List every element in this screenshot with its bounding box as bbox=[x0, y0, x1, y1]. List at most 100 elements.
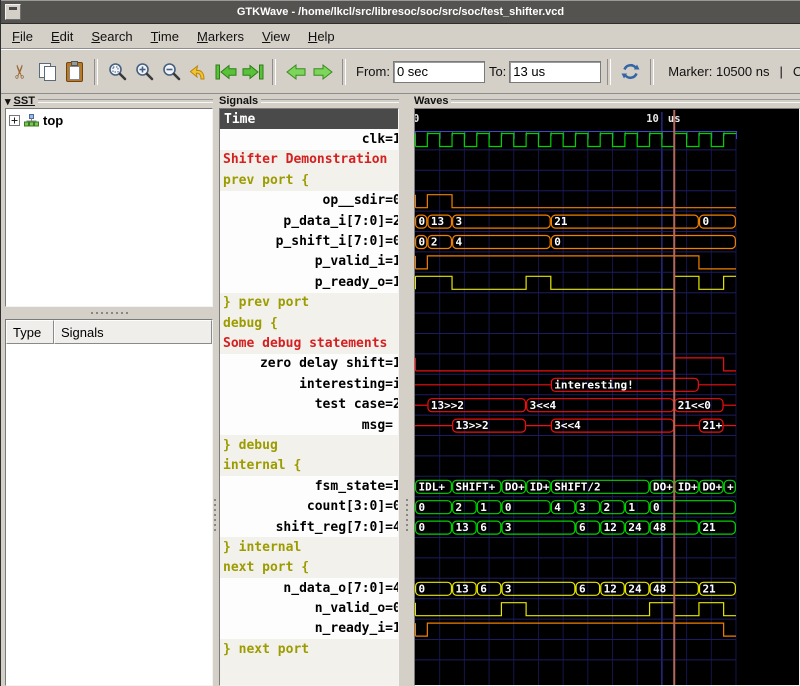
timeline-label-10: 10 bbox=[646, 113, 659, 125]
window-menu-button[interactable] bbox=[5, 4, 21, 20]
tree-node-top[interactable]: top bbox=[6, 109, 212, 132]
reload-icon[interactable] bbox=[617, 58, 644, 85]
menu-bar: FileEditSearchTimeMarkersViewHelp bbox=[1, 24, 800, 49]
from-label: From: bbox=[356, 64, 390, 79]
menu-edit[interactable]: Edit bbox=[42, 26, 82, 47]
group-row[interactable]: internal { bbox=[220, 456, 398, 476]
tree-expand-icon[interactable] bbox=[9, 115, 20, 126]
bus-value-label: 4 bbox=[456, 236, 463, 249]
module-hierarchy-icon bbox=[24, 114, 39, 127]
group-row[interactable]: } next port bbox=[220, 639, 398, 659]
bus-value-label: 1 bbox=[480, 501, 487, 514]
signal-name-fsm-state[interactable]: fsm_state=ID+ bbox=[220, 476, 398, 496]
zoom-in-icon[interactable] bbox=[131, 58, 158, 85]
menu-file[interactable]: File bbox=[3, 26, 42, 47]
comment-row[interactable]: Some debug statements bbox=[220, 333, 398, 353]
paste-icon[interactable] bbox=[61, 58, 88, 85]
sst-frame-header[interactable]: ▾ SST bbox=[5, 94, 213, 108]
waveform-canvas[interactable]: 010us01332100240interesting!13>>23<<421<… bbox=[415, 110, 800, 686]
signal-name-p-shift-i-7-0[interactable]: p_shift_i[7:0]=0 bbox=[220, 231, 398, 251]
bus-value-label: 3<<4 bbox=[554, 419, 581, 432]
signal-name-count-3-0[interactable]: count[3:0]=0 bbox=[220, 496, 398, 516]
primary-marker[interactable] bbox=[673, 110, 675, 686]
group-row[interactable]: } debug bbox=[220, 435, 398, 455]
menu-search[interactable]: Search bbox=[82, 26, 141, 47]
wave-bit-p-ready-o bbox=[416, 276, 737, 289]
signal-name-n-ready-i[interactable]: n_ready_i=1 bbox=[220, 619, 398, 639]
bus-value-label: 48 bbox=[653, 521, 666, 534]
go-to-start-icon[interactable] bbox=[212, 58, 239, 85]
sst-horizontal-grip[interactable] bbox=[5, 307, 213, 319]
pane-grip-right[interactable] bbox=[403, 499, 411, 531]
from-input[interactable] bbox=[393, 61, 485, 83]
sst-pane: ▾ SST top bbox=[5, 94, 213, 686]
pane-grip-left[interactable] bbox=[211, 499, 219, 531]
go-to-end-icon[interactable] bbox=[239, 58, 266, 85]
waves-pane: Waves 010us01332100240interesting!13>>23… bbox=[414, 94, 800, 686]
sst-tree[interactable]: top bbox=[5, 108, 213, 307]
bus-value-label: 13 bbox=[431, 215, 444, 228]
menu-view[interactable]: View bbox=[253, 26, 299, 47]
menu-markers[interactable]: Markers bbox=[188, 26, 253, 47]
bus-value-label: 0 bbox=[419, 215, 426, 228]
title-bar: GTKWave - /home/lkcl/src/libresoc/soc/sr… bbox=[1, 0, 800, 24]
bus-value-label: SHIFT+ bbox=[456, 480, 496, 493]
signal-name-op-sdir[interactable]: op__sdir=0 bbox=[220, 191, 398, 211]
bus-segment bbox=[453, 215, 551, 228]
bus-value-label: 13 bbox=[456, 582, 469, 595]
signal-name-zero-delay-shift[interactable]: zero delay shift=1 bbox=[220, 354, 398, 374]
bus-value-label: interesting! bbox=[554, 378, 633, 391]
toolbar-separator bbox=[607, 59, 611, 85]
signal-name-p-ready-o[interactable]: p_ready_o=1 bbox=[220, 272, 398, 292]
group-row[interactable]: next port { bbox=[220, 558, 398, 578]
cut-icon[interactable]: ✂ bbox=[7, 58, 34, 85]
group-row[interactable]: debug { bbox=[220, 313, 398, 333]
bus-value-label: SHIFT/2 bbox=[554, 480, 600, 493]
bus-value-label: 6 bbox=[480, 582, 487, 595]
zoom-fit-icon[interactable] bbox=[104, 58, 131, 85]
bus-value-label: 0 bbox=[419, 501, 426, 514]
signal-name-p-data-i-7-0[interactable]: p_data_i[7:0]=21 bbox=[220, 211, 398, 231]
bus-value-label: 3 bbox=[505, 521, 512, 534]
signal-names-list: Timeclk=1Shifter Demonstrationprev port … bbox=[220, 109, 398, 685]
toolbar-separator bbox=[650, 59, 654, 85]
menu-time[interactable]: Time bbox=[142, 26, 188, 47]
waveform-area[interactable]: 010us01332100240interesting!13>>23<<421<… bbox=[414, 108, 800, 686]
comment-row[interactable]: Shifter Demonstration bbox=[220, 150, 398, 170]
signal-name-n-data-o-7-0[interactable]: n_data_o[7:0]=48 bbox=[220, 578, 398, 598]
bus-value-label: 13 bbox=[456, 521, 469, 534]
copy-icon[interactable] bbox=[34, 58, 61, 85]
column-header-type[interactable]: Type bbox=[6, 320, 54, 344]
toolbar-separator bbox=[342, 59, 346, 85]
signal-name-n-valid-o[interactable]: n_valid_o=0 bbox=[220, 598, 398, 618]
menu-help[interactable]: Help bbox=[299, 26, 344, 47]
signal-name-clk[interactable]: clk=1 bbox=[220, 129, 398, 149]
window-title: GTKWave - /home/lkcl/src/libresoc/soc/sr… bbox=[237, 6, 564, 18]
bus-value-label: ID+ bbox=[530, 480, 550, 493]
signal-name-shift-reg-7-0[interactable]: shift_reg[7:0]=48 bbox=[220, 517, 398, 537]
zoom-undo-icon[interactable] bbox=[185, 58, 212, 85]
bus-value-label: 0 bbox=[653, 501, 660, 514]
group-row[interactable]: } internal bbox=[220, 537, 398, 557]
group-row[interactable]: } prev port bbox=[220, 293, 398, 313]
bus-value-label: 21+ bbox=[702, 419, 722, 432]
waves-frame-header: Waves bbox=[414, 94, 800, 108]
signal-name-msg[interactable]: msg= bbox=[220, 415, 398, 435]
signal-name-interesting[interactable]: interesting=interesting! bbox=[220, 374, 398, 394]
window-icon bbox=[9, 7, 17, 10]
shift-left-icon[interactable] bbox=[282, 58, 309, 85]
group-row[interactable]: prev port { bbox=[220, 170, 398, 190]
type-signals-body[interactable] bbox=[6, 344, 212, 685]
bus-value-label: 3<<4 bbox=[530, 399, 557, 412]
zoom-out-icon[interactable] bbox=[158, 58, 185, 85]
bus-value-label: 21 bbox=[554, 215, 568, 228]
bus-value-label: DO+ bbox=[653, 480, 673, 493]
signal-name-p-valid-i[interactable]: p_valid_i=1 bbox=[220, 252, 398, 272]
to-input[interactable] bbox=[509, 61, 601, 83]
bus-value-label: 13>>2 bbox=[456, 419, 489, 432]
bus-value-label: 0 bbox=[505, 501, 512, 514]
shift-right-icon[interactable] bbox=[309, 58, 336, 85]
timeline-label-0: 0 bbox=[415, 113, 419, 125]
column-header-signals[interactable]: Signals bbox=[54, 320, 212, 344]
signal-name-test-case[interactable]: test case=21<<0 bbox=[220, 394, 398, 414]
